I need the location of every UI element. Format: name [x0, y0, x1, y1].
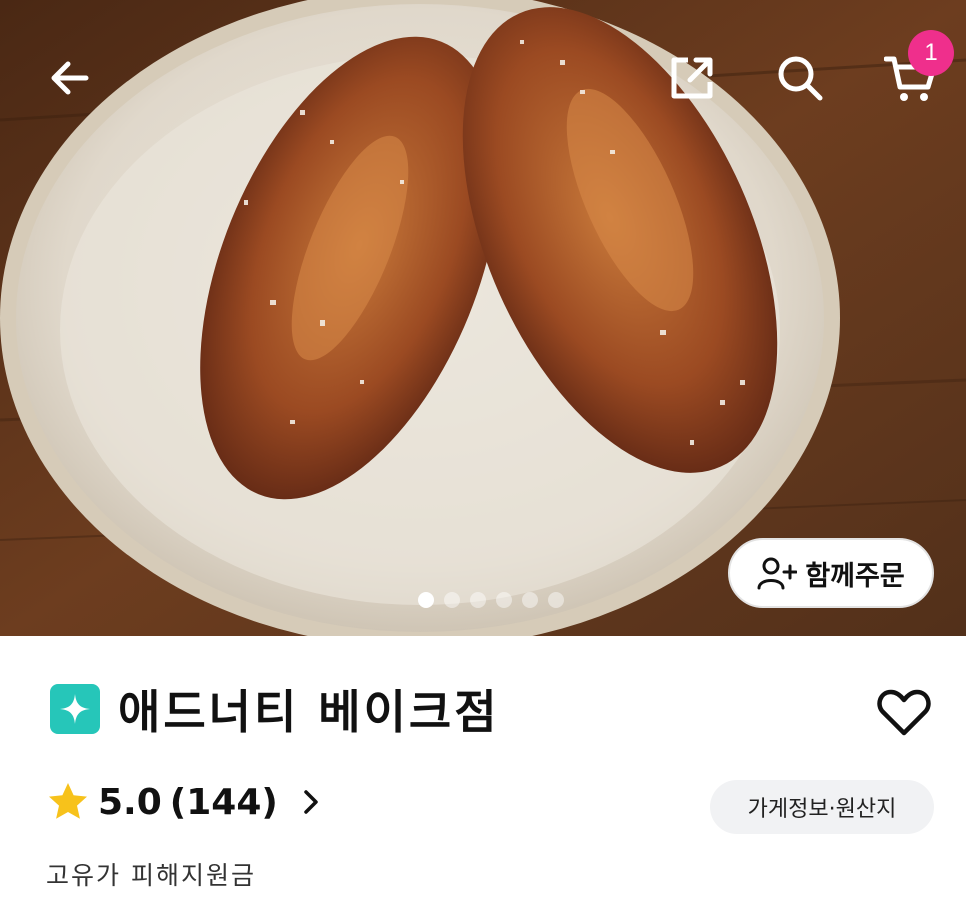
heart-icon: [877, 689, 931, 736]
store-header: 애드너티 베이크점: [50, 676, 500, 742]
carousel-dot: [496, 592, 512, 608]
carousel-dot: [548, 592, 564, 608]
rating-value: 5.0: [98, 781, 162, 823]
cart-count-badge: 1: [908, 30, 954, 76]
search-icon: [778, 56, 823, 101]
back-button[interactable]: [38, 46, 102, 110]
store-badge: [50, 684, 100, 734]
favorite-button[interactable]: [874, 682, 934, 742]
store-info-button[interactable]: 가게정보·원산지: [710, 780, 934, 834]
star-icon: [49, 783, 87, 819]
carousel-dot: [470, 592, 486, 608]
share-icon: [671, 57, 713, 99]
carousel-dot-active: [418, 592, 434, 608]
chevron-right-icon: [304, 790, 318, 814]
rating-link[interactable]: 5.0 (144): [46, 780, 320, 824]
support-fund-label: 고유가 피해지원금: [46, 861, 256, 890]
add-user-icon: [757, 557, 798, 590]
group-order-label: 함께주문: [805, 560, 905, 592]
review-count: (144): [169, 781, 278, 823]
sparkle-icon: [60, 694, 90, 724]
carousel-dot: [522, 592, 538, 608]
search-button[interactable]: [768, 46, 832, 110]
share-button[interactable]: [660, 46, 724, 110]
back-arrow-icon: [51, 61, 89, 95]
carousel-indicator: [418, 592, 564, 608]
hero-image-carousel[interactable]: 1 함께주문: [0, 0, 966, 636]
store-name: 애드너티 베이크점: [118, 685, 500, 739]
carousel-dot: [444, 592, 460, 608]
group-order-button[interactable]: 함께주문: [728, 538, 934, 608]
